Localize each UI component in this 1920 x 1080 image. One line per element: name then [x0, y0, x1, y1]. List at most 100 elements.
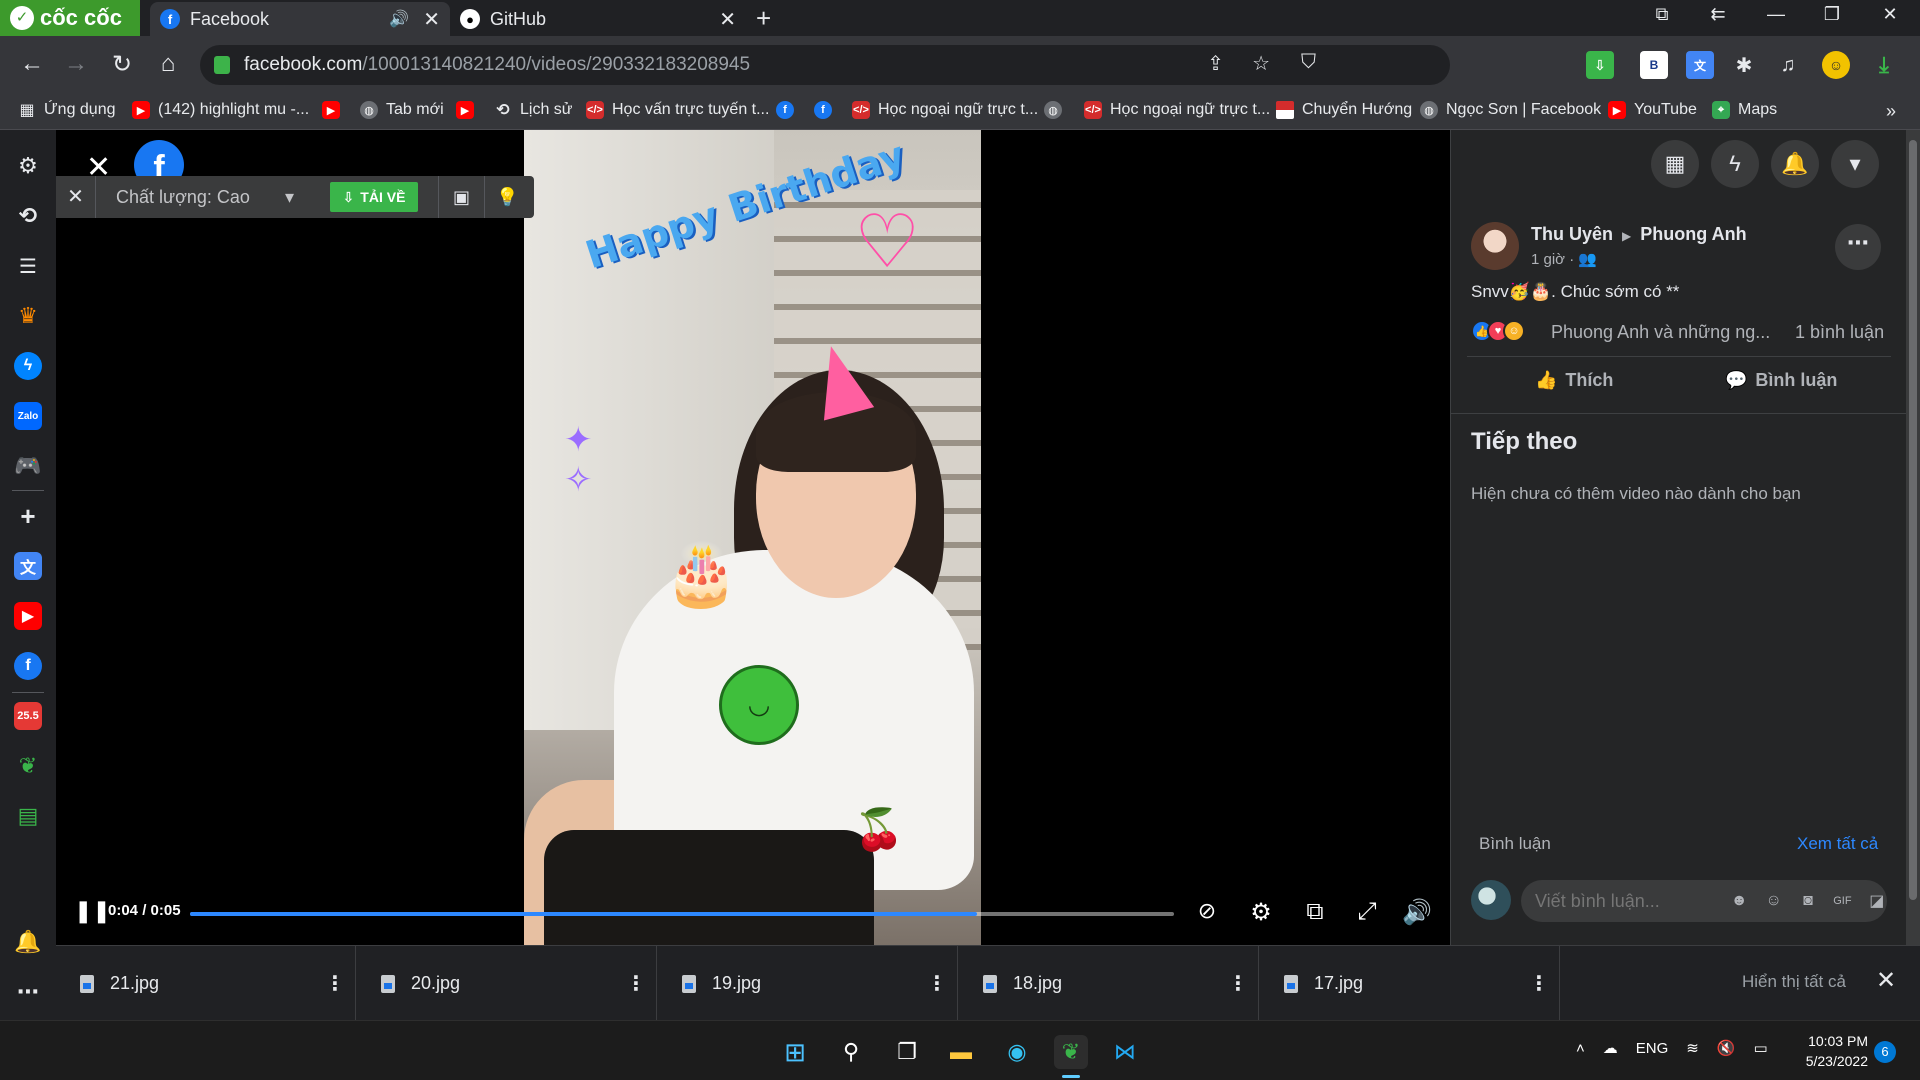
avatar-sticker-icon[interactable]: ☻	[1729, 892, 1749, 910]
bookmark-item[interactable]: ▶	[322, 101, 340, 119]
reaction-icons[interactable]: 👍 ♥ ☺	[1471, 320, 1525, 342]
task-view-icon[interactable]: ❐	[890, 1035, 924, 1069]
download-item[interactable]: 19.jpg ⋮	[658, 946, 958, 1021]
sticker-icon[interactable]: ◪	[1867, 891, 1887, 911]
notification-count-badge[interactable]: 6	[1874, 1041, 1896, 1063]
video-frame[interactable]: ◡ Happy Birthday ♡ 🎂 🍒 ✦ ✧	[524, 130, 981, 945]
search-icon[interactable]: ⚲	[834, 1035, 868, 1069]
shield-icon[interactable]: ⛉	[1301, 51, 1316, 74]
bookmark-item[interactable]: f	[814, 101, 832, 119]
picture-in-picture-icon[interactable]: ▣	[438, 176, 484, 218]
new-tab-button[interactable]: +	[756, 3, 771, 34]
bookmark-item[interactable]: ◍	[1044, 101, 1062, 119]
history-icon[interactable]: ⟲	[14, 202, 42, 230]
messenger-icon[interactable]: ϟ	[1711, 140, 1759, 188]
more-options-icon[interactable]: ⋯	[1835, 224, 1881, 270]
crown-icon[interactable]: ♛	[14, 302, 42, 330]
download-item[interactable]: 18.jpg ⋮	[959, 946, 1259, 1021]
media-control-icon[interactable]: ♫	[1774, 51, 1802, 79]
extensions-puzzle-icon[interactable]: ✱	[1730, 51, 1758, 79]
reaction-names[interactable]: Phuong Anh và những ng...	[1551, 322, 1770, 343]
bookmark-item[interactable]: ⌖ Maps	[1712, 101, 1777, 119]
close-tab-icon[interactable]: ✕	[719, 7, 736, 32]
zalo-icon[interactable]: Zalo	[14, 402, 42, 430]
download-item[interactable]: 20.jpg ⋮	[357, 946, 657, 1021]
emoji-icon[interactable]: ☺	[1763, 892, 1783, 910]
lightbulb-icon[interactable]: 💡	[484, 176, 530, 218]
windows-start-icon[interactable]: ⊞	[778, 1035, 812, 1069]
home-button[interactable]: ⌂	[150, 50, 186, 78]
download-menu-icon[interactable]: ⋮	[315, 971, 355, 996]
cloud-icon[interactable]: ☁	[1603, 1039, 1618, 1057]
download-item[interactable]: 21.jpg ⋮	[56, 946, 356, 1021]
bookmark-item[interactable]: </> Học vấn trực tuyến t...	[586, 101, 769, 119]
bookmark-item[interactable]: ▶	[456, 101, 474, 119]
screen-capture-icon[interactable]: ⧉	[1642, 4, 1682, 25]
menu-grid-icon[interactable]: ▦	[1651, 140, 1699, 188]
friends-audience-icon[interactable]: 👥	[1578, 251, 1597, 268]
close-window-button[interactable]: ✕	[1870, 4, 1910, 25]
show-all-downloads-button[interactable]: Hiển thị tất cả	[1742, 972, 1846, 992]
bookmark-star-icon[interactable]: ☆	[1252, 51, 1270, 76]
translate-icon[interactable]: 文	[1686, 51, 1714, 79]
right-panel-scrollbar[interactable]	[1906, 130, 1920, 945]
progress-bar[interactable]	[190, 912, 1174, 916]
settings-gear-icon[interactable]: ⚙	[1244, 898, 1278, 927]
settings-gear-icon[interactable]: ⚙	[14, 152, 42, 180]
bookmark-item[interactable]: ▶ (142) highlight mu -...	[132, 101, 309, 119]
post-time[interactable]: 1 giờ ·	[1531, 251, 1574, 268]
bookmark-item[interactable]: ▶ YouTube	[1608, 101, 1697, 119]
coccoc-leaf-icon[interactable]: ❦	[14, 752, 42, 780]
bookmark-item[interactable]: ◍ Ngọc Sơn | Facebook	[1420, 101, 1601, 119]
download-menu-icon[interactable]: ⋮	[1218, 971, 1258, 996]
bookmark-apps[interactable]: ▦ Ứng dụng	[18, 101, 115, 119]
tab-search-icon[interactable]: ⇇	[1698, 4, 1738, 25]
facebook-icon[interactable]: f	[14, 652, 42, 680]
bookmark-item[interactable]: Chuyển Hướng	[1276, 101, 1412, 119]
bookmark-item[interactable]: </> Học ngoại ngữ trực t...	[852, 101, 1038, 119]
comment-button[interactable]: 💬 Bình luận	[1725, 370, 1837, 391]
tab-github[interactable]: ● GitHub ✕	[450, 2, 746, 36]
download-button[interactable]: ⇩ TẢI VỀ	[330, 182, 418, 212]
notifications-bell-icon[interactable]: 🔔	[1771, 140, 1819, 188]
profile-avatar-icon[interactable]: ☺	[1822, 51, 1850, 79]
scrollbar-thumb[interactable]	[1909, 140, 1917, 900]
camera-icon[interactable]: ◙	[1798, 892, 1818, 910]
miniplayer-icon[interactable]: ⧉	[1298, 898, 1332, 926]
calendar-icon[interactable]: 25.5	[14, 702, 42, 730]
current-user-avatar[interactable]	[1471, 880, 1511, 920]
download-extension-icon[interactable]: ⇩	[1586, 51, 1614, 79]
downloads-icon[interactable]: ⤓	[1870, 51, 1898, 79]
captions-off-icon[interactable]: ⊘	[1190, 898, 1224, 924]
bookmark-item[interactable]: </> Học ngoại ngữ trực t...	[1084, 101, 1270, 119]
speaker-muted-icon[interactable]: 🔇	[1717, 1039, 1736, 1057]
reading-list-icon[interactable]: ☰	[14, 252, 42, 280]
language-indicator[interactable]: ENG	[1636, 1040, 1669, 1057]
extension-b-icon[interactable]: B	[1640, 51, 1668, 79]
vscode-icon[interactable]: ⋈	[1108, 1035, 1142, 1069]
secure-lock-icon[interactable]	[214, 56, 230, 74]
volume-icon[interactable]: 🔊	[1400, 898, 1434, 927]
file-explorer-icon[interactable]: ▬	[944, 1035, 978, 1069]
bookmark-item[interactable]: ◍ Tab mới	[360, 101, 444, 119]
messenger-icon[interactable]: ϟ	[14, 352, 42, 380]
video-player[interactable]: ◡ Happy Birthday ♡ 🎂 🍒 ✦ ✧ ✕ f ✕ Chất lượ…	[56, 130, 1450, 945]
notification-bell-icon[interactable]: 🔔	[14, 928, 42, 956]
quality-select[interactable]: Chất lượng: Cao ▾	[96, 187, 306, 208]
edge-browser-icon[interactable]: ◉	[1000, 1035, 1034, 1069]
author-avatar[interactable]	[1471, 222, 1519, 270]
add-panel-icon[interactable]: +	[14, 501, 42, 531]
wifi-icon[interactable]: ≋	[1686, 1039, 1699, 1057]
chevron-up-icon[interactable]: ˄	[1576, 1040, 1585, 1057]
author-name-link[interactable]: Thu Uyên	[1531, 224, 1613, 244]
back-button[interactable]: ←	[14, 50, 50, 78]
share-icon[interactable]: ⇪	[1207, 51, 1224, 76]
bookmark-item[interactable]: ⟲ Lịch sử	[494, 101, 572, 119]
coccoc-menu-button[interactable]: ✓ cốc cốc	[0, 0, 140, 36]
spreadsheet-icon[interactable]: ▤	[14, 802, 42, 830]
account-chevron-down-icon[interactable]: ▾	[1831, 140, 1879, 188]
forward-button[interactable]: →	[58, 50, 94, 78]
youtube-icon[interactable]: ▶	[14, 602, 42, 630]
comment-input[interactable]	[1535, 890, 1695, 912]
game-controller-icon[interactable]: 🎮	[14, 452, 42, 480]
